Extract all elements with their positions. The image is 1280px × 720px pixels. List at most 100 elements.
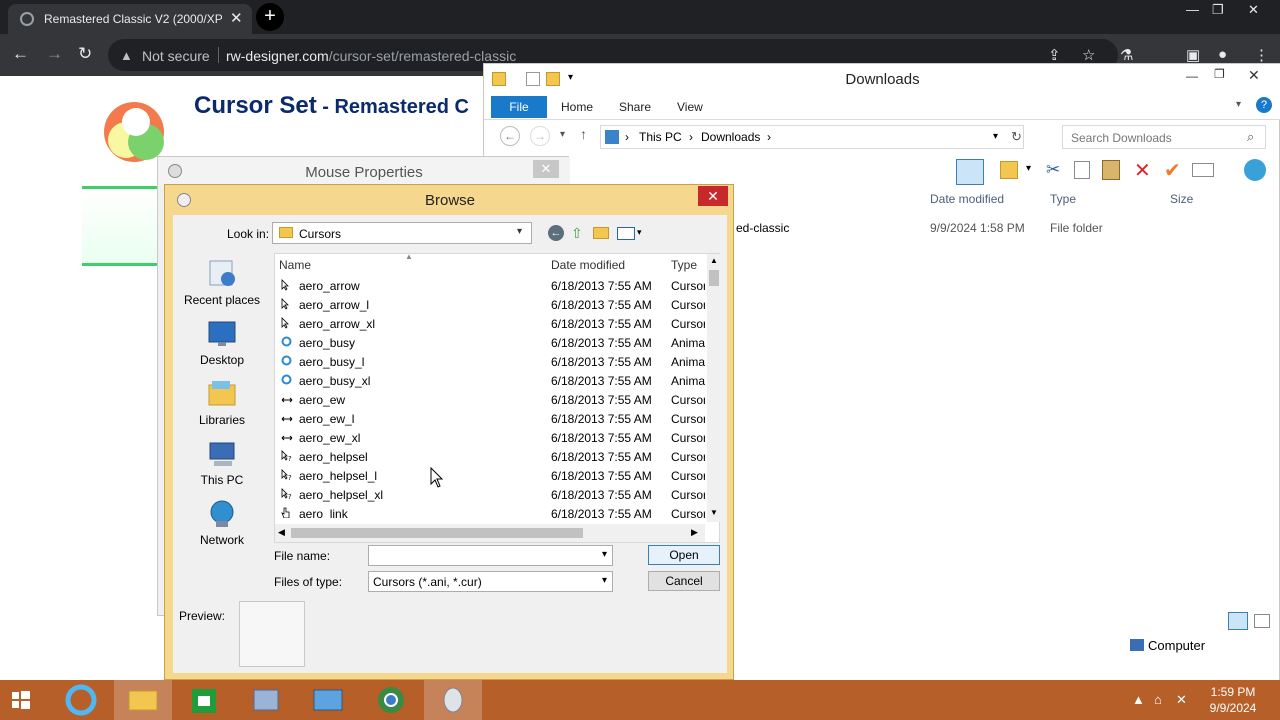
side-panel-icon[interactable]: ▣ (1186, 46, 1200, 64)
file-row[interactable]: aero_busy 6/18/2013 7:55 AM Anima (275, 333, 705, 352)
place-libraries[interactable]: Libraries (173, 377, 271, 437)
chevron-down-icon[interactable]: ▾ (602, 575, 607, 586)
breadcrumb-downloads[interactable]: Downloads (701, 130, 760, 144)
ribbon-tab-share[interactable]: Share (619, 100, 651, 114)
file-row[interactable]: aero_ew_l 6/18/2013 7:55 AM Cursor (275, 409, 705, 428)
file-row[interactable]: aero_ew_xl 6/18/2013 7:55 AM Cursor (275, 428, 705, 447)
file-row[interactable]: ? aero_helpsel_xl 6/18/2013 7:55 AM Cursor (275, 485, 705, 504)
globe-icon[interactable] (1244, 159, 1266, 181)
address-dropdown-icon[interactable]: ▾ (993, 131, 998, 142)
profile-avatar-icon[interactable]: ● (1218, 46, 1227, 63)
view-dropdown-icon[interactable]: ▾ (1026, 163, 1031, 174)
file-row[interactable]: aero_arrow 6/18/2013 7:55 AM Cursor (275, 276, 705, 295)
up-arrow-icon[interactable]: ↑ (580, 126, 587, 142)
scroll-left-icon[interactable]: ◀ (278, 527, 285, 538)
large-icons-view-icon[interactable] (1254, 614, 1270, 628)
preview-pane-icon[interactable] (956, 159, 984, 185)
extension-flask-icon[interactable]: ⚗ (1120, 46, 1133, 64)
file-row[interactable]: aero_link 6/18/2013 7:55 AM Cursor (275, 504, 705, 518)
view-menu-icon[interactable] (617, 227, 635, 240)
taskbar-store-icon[interactable] (176, 680, 234, 720)
file-row[interactable]: aero_ew 6/18/2013 7:55 AM Cursor (275, 390, 705, 409)
not-secure-label[interactable]: Not secure (142, 48, 210, 64)
explorer-search-input[interactable]: Search Downloads ⌕ (1062, 125, 1266, 149)
scroll-up-icon[interactable]: ▲ (710, 256, 718, 265)
details-view-icon[interactable] (1228, 612, 1248, 630)
explorer-forward-icon[interactable]: → (530, 126, 550, 146)
file-name-input[interactable]: ▾ (368, 545, 613, 566)
share-icon[interactable]: ⇪ (1048, 46, 1061, 64)
show-hidden-icons-icon[interactable]: ▲ (1132, 692, 1145, 707)
breadcrumb-this-pc[interactable]: This PC (639, 130, 682, 144)
file-row[interactable]: aero_arrow_l 6/18/2013 7:55 AM Cursor (275, 295, 705, 314)
paste-icon[interactable] (1102, 160, 1120, 180)
scroll-down-icon[interactable]: ▼ (710, 508, 718, 517)
forward-arrow-icon[interactable]: → (46, 44, 63, 64)
taskbar-internet-explorer-icon[interactable] (52, 680, 110, 720)
cancel-button[interactable]: Cancel (648, 571, 720, 591)
cut-icon[interactable]: ✂ (1046, 160, 1060, 180)
explorer-back-icon[interactable]: ← (500, 126, 520, 146)
volume-muted-icon[interactable]: ✕ (1176, 692, 1187, 708)
create-new-folder-icon[interactable] (593, 227, 609, 239)
open-button[interactable]: Open (648, 545, 720, 565)
file-row[interactable]: aero_busy_xl 6/18/2013 7:55 AM Anima (275, 371, 705, 390)
tab-close-button[interactable]: ✕ (230, 9, 243, 27)
ribbon-tab-view[interactable]: View (677, 100, 703, 114)
taskbar-remote-desktop-icon[interactable] (300, 680, 358, 720)
back-arrow-icon[interactable]: ← (12, 44, 29, 64)
chevron-down-icon[interactable]: ▾ (602, 549, 607, 560)
file-row[interactable]: ? aero_helpsel_l 6/18/2013 7:55 AM Cursor (275, 466, 705, 485)
vertical-scrollbar[interactable]: ▲ ▼ (707, 254, 721, 522)
horizontal-scrollbar[interactable]: ◀ ▶ (275, 524, 705, 542)
view-menu-dropdown-icon[interactable]: ▾ (637, 227, 642, 238)
bookmark-star-icon[interactable]: ☆ (1082, 46, 1095, 64)
file-row[interactable]: aero_busy_l 6/18/2013 7:55 AM Anima (275, 352, 705, 371)
back-icon[interactable]: ← (548, 225, 564, 241)
browser-tab[interactable]: Remastered Classic V2 (2000/XP ✕ (8, 4, 252, 34)
scroll-right-icon[interactable]: ▶ (691, 527, 698, 538)
url-text[interactable]: rw-designer.com/cursor-set/remastered-cl… (226, 48, 516, 64)
up-one-level-icon[interactable]: ⇧ (571, 225, 583, 242)
reload-icon[interactable]: ↻ (78, 44, 92, 64)
explorer-minimize-button[interactable]: — (1186, 69, 1198, 83)
place-network[interactable]: Network (173, 497, 271, 557)
vertical-scroll-thumb[interactable] (709, 270, 719, 286)
place-this-pc[interactable]: This PC (173, 437, 271, 497)
ribbon-expand-icon[interactable]: ▾ (1236, 99, 1241, 110)
browse-close-button[interactable]: ✕ (698, 186, 728, 206)
folder-row-name[interactable]: ed-classic (736, 221, 789, 235)
taskbar-control-panel-icon[interactable] (238, 680, 296, 720)
browser-close-button[interactable]: ✕ (1248, 2, 1259, 18)
file-list[interactable]: Name ▲ Date modified Type aero_arrow 6/18… (274, 252, 721, 543)
taskbar-mouse-properties-icon[interactable] (424, 680, 482, 720)
place-recent-places[interactable]: Recent places (173, 257, 271, 317)
file-row[interactable]: aero_arrow_xl 6/18/2013 7:55 AM Cursor (275, 314, 705, 333)
browser-restore-button[interactable]: ❐ (1212, 2, 1224, 18)
recent-locations-icon[interactable]: ▾ (560, 129, 565, 140)
file-row[interactable]: ? aero_helpsel 6/18/2013 7:55 AM Cursor (275, 447, 705, 466)
column-type[interactable]: Type (1050, 192, 1076, 206)
column-size[interactable]: Size (1170, 192, 1193, 206)
help-icon[interactable]: ? (1256, 97, 1272, 113)
new-tab-button[interactable]: + (256, 3, 284, 31)
network-tray-icon[interactable]: ⌂ (1154, 692, 1162, 707)
taskbar-clock[interactable]: 1:59 PM 9/9/2024 (1196, 684, 1270, 716)
column-type[interactable]: Type (671, 258, 697, 272)
browser-minimize-button[interactable]: — (1186, 2, 1199, 17)
refresh-icon[interactable]: ↻ (1011, 129, 1022, 145)
mouse-properties-close-button[interactable]: ✕ (533, 160, 559, 178)
explorer-address-bar[interactable]: › This PC › Downloads › ▾ ↻ (600, 125, 1024, 149)
chrome-menu-icon[interactable]: ⋮ (1254, 46, 1269, 64)
taskbar-chrome-icon[interactable] (362, 680, 420, 720)
explorer-close-button[interactable]: ✕ (1248, 67, 1260, 84)
delete-icon[interactable]: ✕ (1134, 158, 1151, 183)
ribbon-tab-home[interactable]: Home (561, 100, 593, 114)
explorer-maximize-button[interactable]: ❐ (1214, 67, 1225, 81)
files-of-type-select[interactable]: Cursors (*.ani, *.cur) ▾ (368, 571, 613, 592)
horizontal-scroll-thumb[interactable] (291, 528, 583, 538)
rename-check-icon[interactable]: ✔ (1164, 158, 1181, 183)
column-date-modified[interactable]: Date modified (930, 192, 1004, 206)
ribbon-tab-file[interactable]: File (491, 96, 547, 118)
place-desktop[interactable]: Desktop (173, 317, 271, 377)
